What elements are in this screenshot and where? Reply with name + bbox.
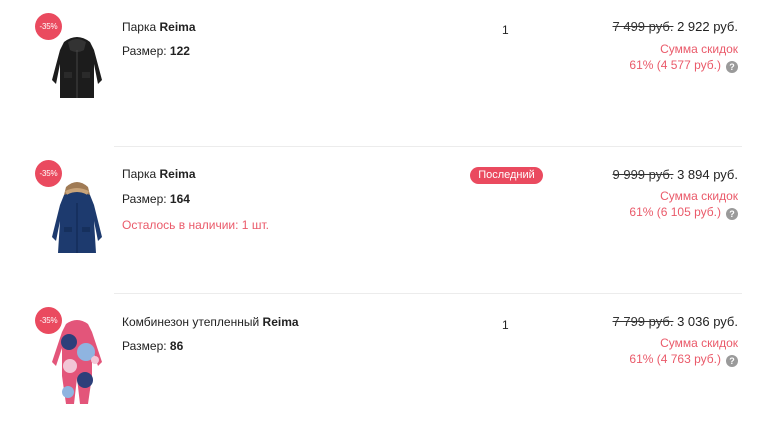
discount-amount: 61% (6 105 руб.)	[629, 205, 721, 219]
stock-remaining: Осталось в наличии: 1 шт.	[122, 218, 269, 232]
size-value: 122	[169, 44, 190, 58]
quantity-value[interactable]: 1	[502, 23, 509, 37]
new-price: 3 894 руб.	[677, 167, 738, 182]
size-label: Размер:	[122, 339, 170, 353]
size-value: 164	[169, 192, 190, 206]
product-name[interactable]: Комбинезон утепленный Reima	[122, 315, 299, 329]
product-image-navy-parka[interactable]	[44, 179, 110, 275]
discount-badge: -35%	[35, 13, 62, 40]
product-size: Размер: 164	[122, 192, 190, 206]
product-size: Размер: 86	[122, 339, 183, 353]
discount-value: 61% (4 763 руб.)?	[629, 352, 738, 367]
old-price: 9 999 руб.	[612, 167, 674, 182]
cart-item: -35% Парка Reima Размер: 122 1 7 499 руб…	[0, 0, 770, 147]
old-price: 7 499 руб.	[612, 19, 674, 34]
product-type: Парка	[122, 20, 160, 34]
discount-amount: 61% (4 763 руб.)	[629, 352, 721, 366]
product-size: Размер: 122	[122, 44, 190, 58]
discount-badge: -35%	[35, 307, 62, 334]
product-brand: Reima	[159, 167, 196, 181]
discount-badge: -35%	[35, 160, 62, 187]
product-type: Парка	[122, 167, 160, 181]
old-price: 7 799 руб.	[612, 314, 674, 329]
product-name[interactable]: Парка Reima	[122, 20, 196, 34]
cart-item: -35% Парка Reima Размер: 164 Осталось в …	[0, 147, 770, 294]
size-label: Размер:	[122, 192, 170, 206]
help-icon[interactable]: ?	[726, 208, 738, 220]
quantity-value[interactable]: 1	[502, 318, 509, 332]
price-row: 7 799 руб. 3 036 руб.	[613, 314, 739, 329]
new-price: 3 036 руб.	[677, 314, 738, 329]
size-value: 86	[169, 339, 184, 353]
product-name[interactable]: Парка Reima	[122, 167, 196, 181]
help-icon[interactable]: ?	[726, 355, 738, 367]
help-icon[interactable]: ?	[726, 61, 738, 73]
cart-item: -35% Комбинезон утепленный Reima Размер:…	[0, 294, 770, 422]
size-label: Размер:	[122, 44, 170, 58]
last-item-badge: Последний	[470, 167, 543, 184]
product-brand: Reima	[159, 20, 196, 34]
discount-amount: 61% (4 577 руб.)	[629, 58, 721, 72]
discount-label: Сумма скидок	[660, 189, 738, 203]
discount-value: 61% (6 105 руб.)?	[629, 205, 738, 220]
discount-label: Сумма скидок	[660, 336, 738, 350]
price-row: 7 499 руб. 2 922 руб.	[613, 19, 739, 34]
price-row: 9 999 руб. 3 894 руб.	[613, 167, 739, 182]
product-brand: Reima	[262, 315, 299, 329]
discount-label: Сумма скидок	[660, 42, 738, 56]
new-price: 2 922 руб.	[677, 19, 738, 34]
product-type: Комбинезон утепленный	[122, 315, 263, 329]
discount-value: 61% (4 577 руб.)?	[629, 58, 738, 73]
